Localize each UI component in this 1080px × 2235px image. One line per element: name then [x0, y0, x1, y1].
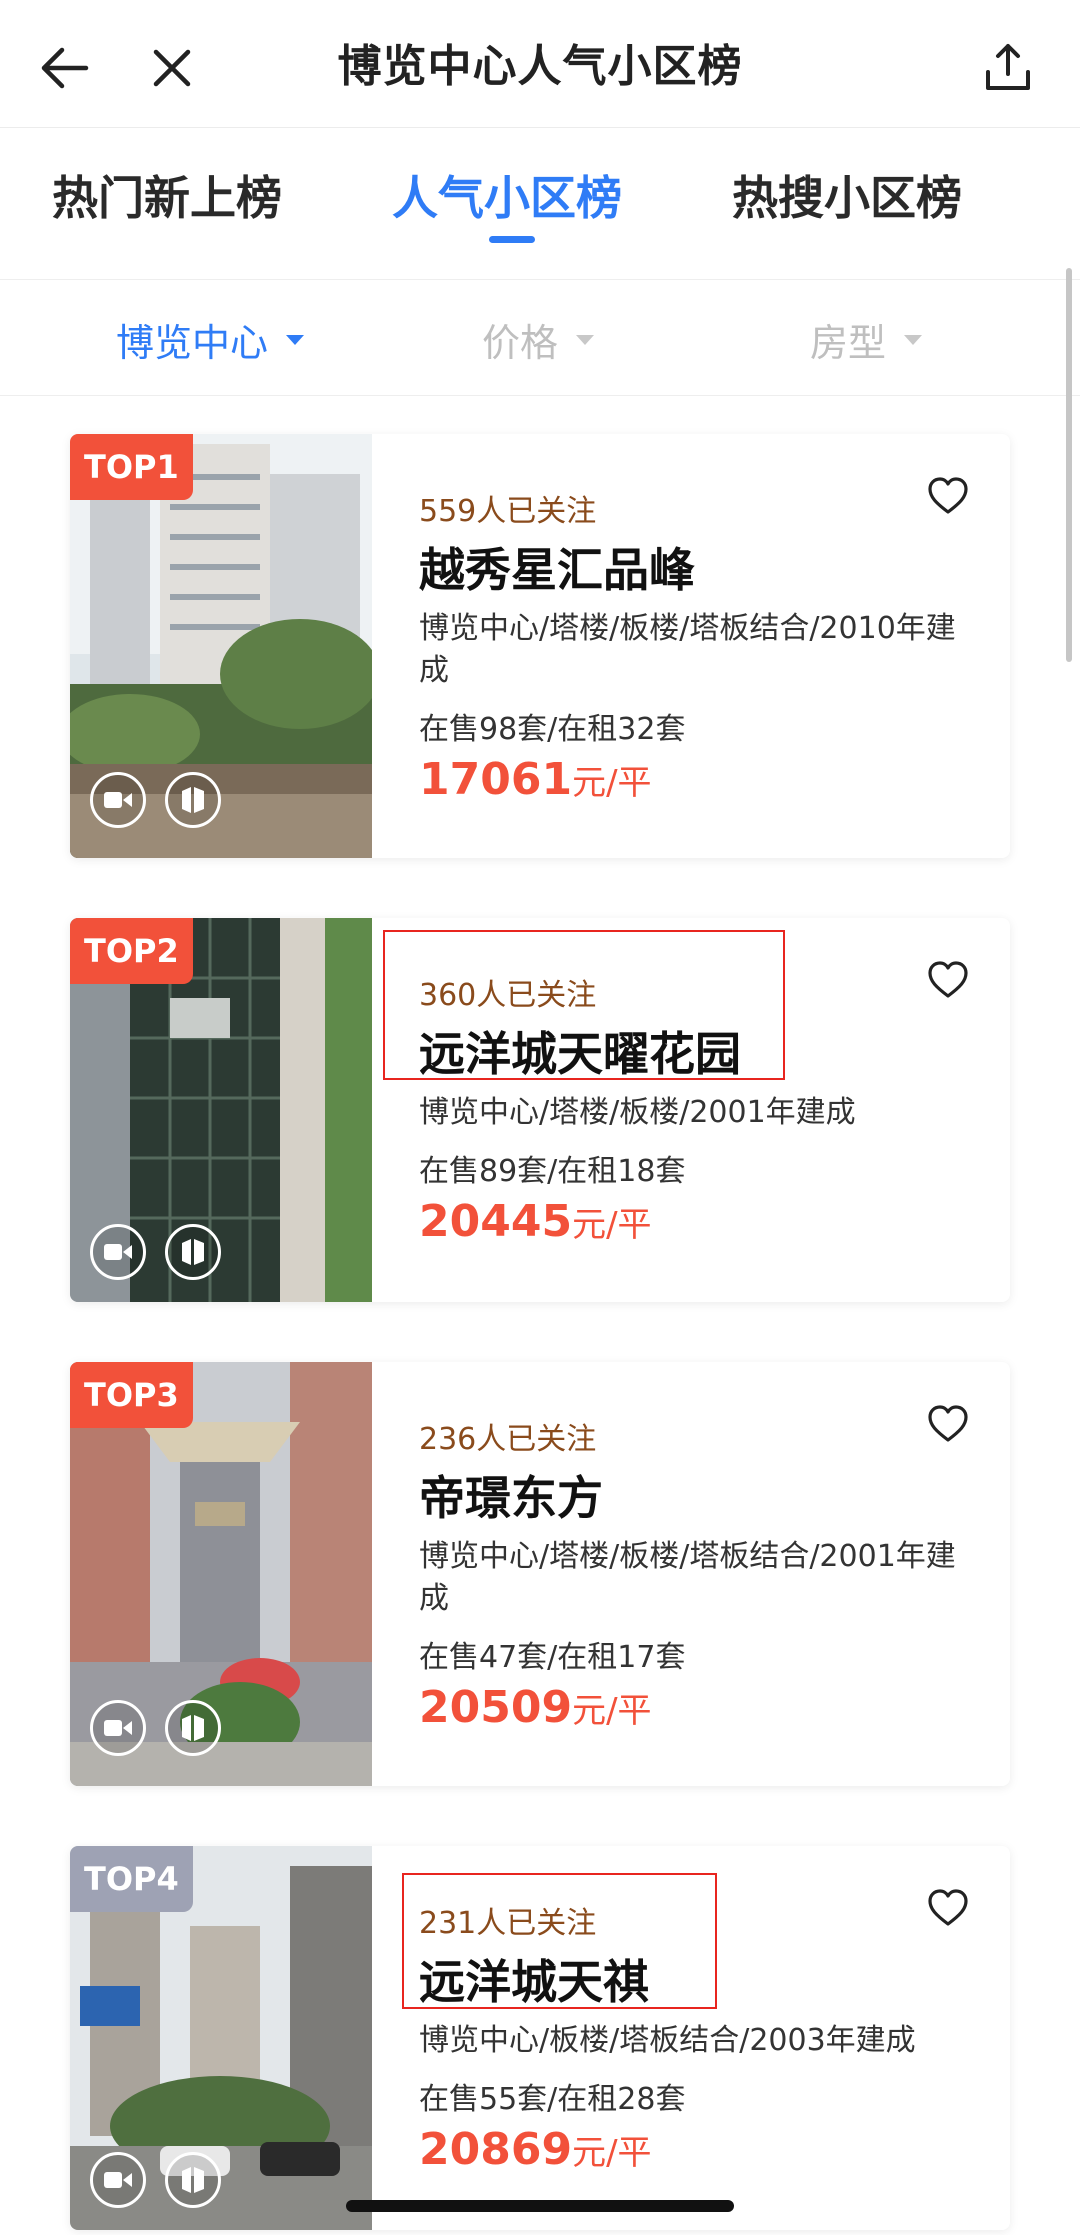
price-value: 17061: [419, 754, 573, 805]
community-desc: 博览中心/塔楼/板楼/塔板结合/2010年建成: [419, 611, 956, 688]
filter-bar: 博览中心 价格 房型: [0, 282, 1080, 396]
tab-hot-search[interactable]: 热搜小区榜: [732, 162, 962, 228]
stock-count: 在售55套/在租28套: [419, 2082, 686, 2117]
dropdown-triangle-icon: [904, 334, 923, 345]
community-photo[interactable]: TOP1: [70, 434, 372, 858]
price-unit: 元/平: [572, 2133, 652, 2173]
follower-count: 236人已关注: [419, 1422, 597, 1457]
rank-badge: TOP4: [70, 1846, 193, 1912]
filter-price-label: 价格: [482, 321, 559, 365]
active-tab-indicator: [489, 236, 535, 243]
share-icon: [986, 44, 1030, 90]
listing-info: 236人已关注 帝璟东方 博览中心/塔楼/板楼/塔板结合/2001年建成 在售4…: [419, 1362, 1010, 1786]
filter-room-type[interactable]: 房型: [810, 312, 923, 367]
header-bar: 博览中心人气小区榜: [0, 0, 1080, 128]
filter-area[interactable]: 博览中心: [116, 312, 305, 367]
filter-room-type-label: 房型: [810, 321, 887, 365]
video-icon[interactable]: [90, 1224, 146, 1280]
unit-price: 17061元/平: [419, 754, 652, 805]
community-name[interactable]: 越秀星汇品峰: [419, 534, 695, 600]
community-photo[interactable]: TOP3: [70, 1362, 372, 1786]
list-item[interactable]: TOP3 236人已关注 帝璟东方 博览中心/塔楼/板楼/塔板结合/2001年建…: [70, 1362, 1010, 1786]
community-photo[interactable]: TOP2: [70, 918, 372, 1302]
vr-tour-icon[interactable]: [165, 1700, 221, 1756]
video-icon[interactable]: [90, 772, 146, 828]
stock-count: 在售47套/在租17套: [419, 1640, 686, 1675]
scrollbar[interactable]: [1066, 268, 1072, 662]
dropdown-triangle-icon: [286, 334, 305, 345]
unit-price: 20445元/平: [419, 1196, 652, 1247]
community-desc: 博览中心/塔楼/板楼/塔板结合/2001年建成: [419, 1539, 956, 1616]
tab-hot-new[interactable]: 热门新上榜: [52, 162, 282, 228]
unit-price: 20509元/平: [419, 1682, 652, 1733]
page-title: 博览中心人气小区榜: [337, 41, 743, 92]
community-desc: 博览中心/塔楼/板楼/2001年建成: [419, 1095, 856, 1130]
rank-badge: TOP1: [70, 434, 193, 500]
list-item[interactable]: TOP1 559人已关注 越秀星汇品峰 博览中心/塔楼/板楼/塔板结合/2010…: [70, 434, 1010, 858]
price-value: 20509: [419, 1682, 573, 1733]
heart-icon[interactable]: [926, 1886, 970, 1930]
price-unit: 元/平: [572, 763, 652, 803]
ranking-tabs: 热门新上榜 人气小区榜 热搜小区榜 ┃: [0, 128, 1080, 280]
unit-price: 20869元/平: [419, 2124, 652, 2175]
tab-popular-community[interactable]: 人气小区榜: [392, 162, 622, 228]
stock-count: 在售98套/在租32套: [419, 712, 686, 747]
heart-icon[interactable]: [926, 1402, 970, 1446]
filter-price[interactable]: 价格: [482, 312, 595, 367]
heart-icon[interactable]: [926, 474, 970, 518]
price-unit: 元/平: [572, 1205, 652, 1245]
listing-info: 559人已关注 越秀星汇品峰 博览中心/塔楼/板楼/塔板结合/2010年建成 在…: [419, 434, 1010, 858]
stock-count: 在售89套/在租18套: [419, 1154, 686, 1189]
community-photo[interactable]: TOP4: [70, 1846, 372, 2230]
vr-tour-icon[interactable]: [165, 1224, 221, 1280]
home-indicator: [346, 2200, 734, 2212]
follower-count: 559人已关注: [419, 494, 597, 529]
rank-badge: TOP3: [70, 1362, 193, 1428]
price-value: 20869: [419, 2124, 573, 2175]
price-value: 20445: [419, 1196, 573, 1247]
video-icon[interactable]: [90, 2152, 146, 2208]
community-desc: 博览中心/板楼/塔板结合/2003年建成: [419, 2023, 916, 2058]
rank-badge: TOP2: [70, 918, 193, 984]
heart-icon[interactable]: [926, 958, 970, 1002]
price-unit: 元/平: [572, 1691, 652, 1731]
dropdown-triangle-icon: [576, 334, 595, 345]
share-button[interactable]: [976, 36, 1040, 100]
highlight-box: [402, 1873, 717, 2009]
community-name[interactable]: 帝璟东方: [419, 1462, 603, 1528]
highlight-box: [383, 930, 785, 1080]
vr-tour-icon[interactable]: [165, 2152, 221, 2208]
video-icon[interactable]: [90, 1700, 146, 1756]
tab-more-clipped[interactable]: ┃: [1072, 162, 1080, 216]
filter-area-label: 博览中心: [116, 321, 269, 365]
vr-tour-icon[interactable]: [165, 772, 221, 828]
